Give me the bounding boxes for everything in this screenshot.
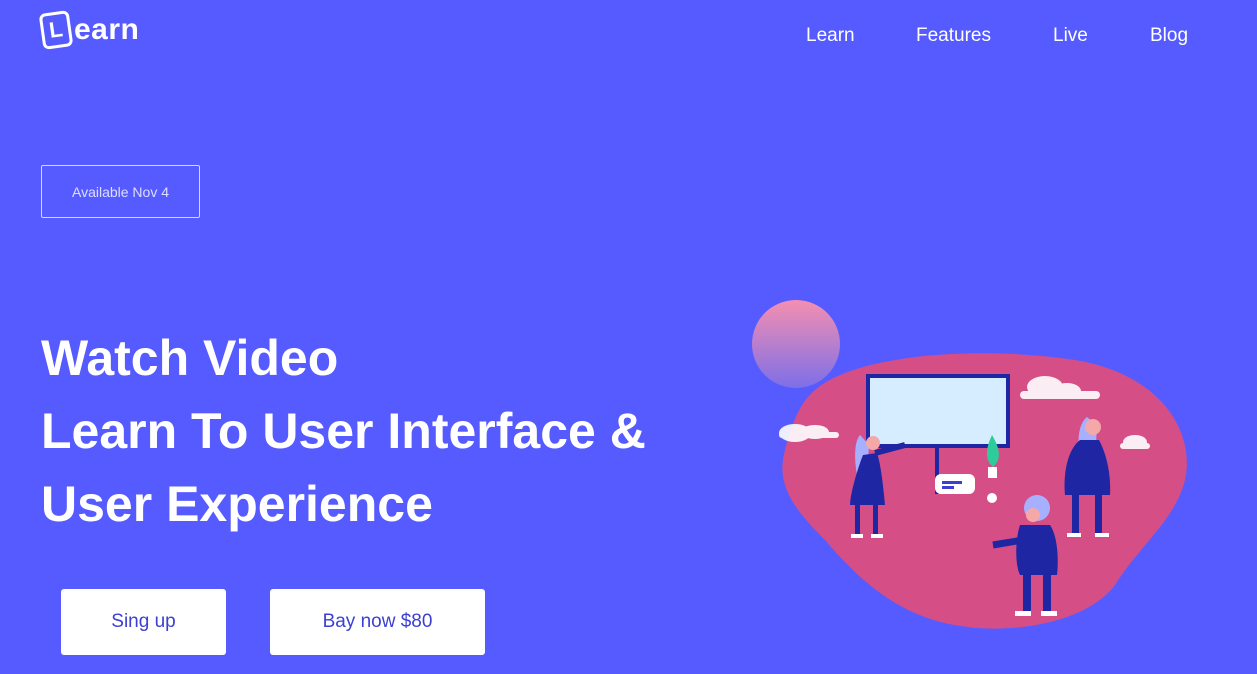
nav-link-features[interactable]: Features: [916, 24, 991, 48]
nav-link-learn[interactable]: Learn: [806, 24, 855, 48]
hero-line-1: Watch Video: [41, 330, 339, 386]
hero-line-2: Learn To User Interface &: [41, 403, 646, 459]
hero-heading: Watch Video Learn To User Interface & Us…: [41, 322, 646, 541]
nav-link-blog[interactable]: Blog: [1150, 24, 1188, 48]
signup-button[interactable]: Sing up: [61, 589, 226, 655]
sun-circle: [752, 300, 840, 388]
hero-line-3: User Experience: [41, 476, 433, 532]
main-nav: Learn Features Live Blog: [0, 24, 1257, 52]
nav-link-live[interactable]: Live: [1053, 24, 1088, 48]
people-with-whiteboard-illustration: [752, 300, 1187, 629]
buy-now-button[interactable]: Bay now $80: [270, 589, 485, 655]
availability-badge: Available Nov 4: [41, 165, 200, 218]
